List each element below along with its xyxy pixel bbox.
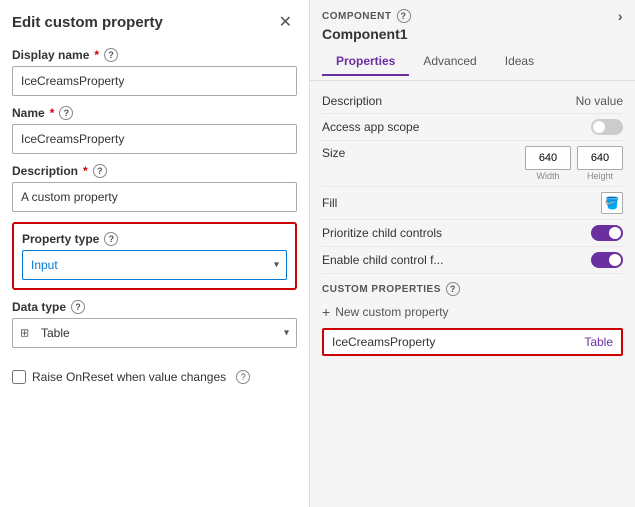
name-input[interactable] (12, 124, 297, 154)
size-height-field: Height (577, 146, 623, 181)
right-content: Description No value Access app scope Si… (310, 81, 635, 507)
required-star: * (94, 48, 99, 62)
display-name-group: Display name * ? (12, 48, 297, 96)
prop-enable-child: Enable child control f... (322, 247, 623, 274)
enable-child-toggle[interactable] (591, 252, 623, 268)
desc-required-star: * (83, 164, 88, 178)
property-type-section: Property type ? Input Output Data ▾ (12, 222, 297, 290)
tab-ideas[interactable]: Ideas (491, 48, 548, 76)
left-panel: Edit custom property ✕ Display name * ? … (0, 0, 310, 507)
data-type-select[interactable]: Table Text Number Boolean (12, 318, 297, 348)
prop-description: Description No value (322, 89, 623, 114)
plus-icon: + (322, 304, 330, 320)
size-inputs: Width Height (525, 146, 623, 181)
description-label: Description * ? (12, 164, 297, 178)
custom-properties-header: CUSTOM PROPERTIES ? (322, 274, 623, 300)
name-info-icon[interactable]: ? (59, 106, 73, 120)
description-info-icon[interactable]: ? (93, 164, 107, 178)
fill-bucket-icon: 🪣 (605, 196, 620, 210)
property-type-info-icon[interactable]: ? (104, 232, 118, 246)
tab-advanced[interactable]: Advanced (409, 48, 490, 76)
display-name-info-icon[interactable]: ? (104, 48, 118, 62)
close-button[interactable]: ✕ (274, 10, 297, 34)
prioritize-child-toggle[interactable] (591, 225, 623, 241)
custom-props-info-icon[interactable]: ? (446, 282, 460, 296)
prop-fill: Fill 🪣 (322, 187, 623, 220)
component-chevron-right-icon[interactable]: › (618, 8, 623, 24)
name-required-star: * (50, 106, 55, 120)
raise-onreset-checkbox[interactable] (12, 370, 26, 384)
name-group: Name * ? (12, 106, 297, 154)
component-label: COMPONENT ? › (322, 8, 623, 24)
ice-creams-property-row[interactable]: IceCreamsProperty Table (322, 328, 623, 356)
description-group: Description * ? (12, 164, 297, 212)
prop-prioritize-child: Prioritize child controls (322, 220, 623, 247)
add-custom-property-row[interactable]: + New custom property (322, 300, 623, 324)
size-height-input[interactable] (577, 146, 623, 170)
raise-onreset-row: Raise OnReset when value changes ? (12, 370, 297, 384)
prop-access-app-scope: Access app scope (322, 114, 623, 141)
data-type-section: Data type ? ⊞ Table Text Number Boolean … (12, 300, 297, 348)
tabs-row: Properties Advanced Ideas (322, 48, 623, 76)
data-type-select-wrapper: ⊞ Table Text Number Boolean ▾ (12, 318, 297, 348)
tab-properties[interactable]: Properties (322, 48, 409, 76)
size-width-input[interactable] (525, 146, 571, 170)
fill-swatch[interactable]: 🪣 (601, 192, 623, 214)
custom-prop-type: Table (584, 335, 613, 349)
data-type-label: Data type ? (12, 300, 297, 314)
property-type-label: Property type ? (22, 232, 287, 246)
raise-onreset-info-icon[interactable]: ? (236, 370, 250, 384)
property-type-select[interactable]: Input Output Data (22, 250, 287, 280)
name-label: Name * ? (12, 106, 297, 120)
panel-title: Edit custom property (12, 14, 163, 31)
right-panel: COMPONENT ? › Component1 Properties Adva… (310, 0, 635, 507)
display-name-input[interactable] (12, 66, 297, 96)
panel-header: Edit custom property ✕ (12, 10, 297, 34)
right-header: COMPONENT ? › Component1 Properties Adva… (310, 0, 635, 81)
prop-size: Size Width Height (322, 141, 623, 187)
component-name: Component1 (322, 26, 623, 42)
data-type-info-icon[interactable]: ? (71, 300, 85, 314)
add-prop-label: New custom property (335, 305, 448, 319)
property-type-select-wrapper: Input Output Data ▾ (22, 250, 287, 280)
component-info-icon[interactable]: ? (397, 9, 411, 23)
custom-prop-name: IceCreamsProperty (332, 335, 435, 349)
display-name-label: Display name * ? (12, 48, 297, 62)
description-input[interactable] (12, 182, 297, 212)
access-app-scope-toggle[interactable] (591, 119, 623, 135)
raise-onreset-label: Raise OnReset when value changes (32, 370, 226, 384)
size-width-field: Width (525, 146, 571, 181)
